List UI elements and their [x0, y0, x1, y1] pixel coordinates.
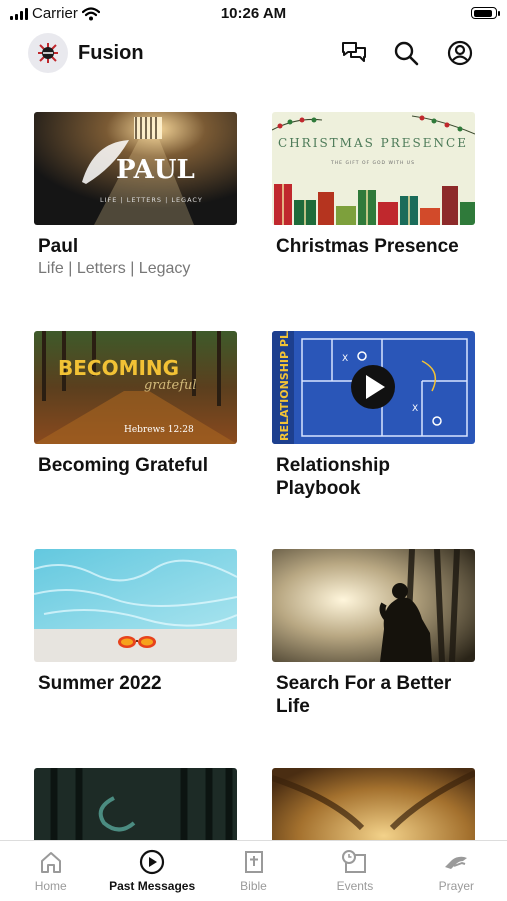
tab-bar: Home Past Messages Bible Events Prayer [0, 840, 507, 901]
tab-past-messages[interactable]: Past Messages [101, 841, 202, 901]
message-title: Paul [38, 236, 79, 257]
message-title: Becoming Grateful [38, 455, 208, 476]
art-subtitle: LIFE | LETTERS | LEGACY [100, 196, 203, 204]
svg-text:X: X [342, 354, 348, 364]
art-title: BECOMING [58, 356, 179, 380]
tab-label: Home [34, 879, 67, 893]
message-card-search-for-a-better-life[interactable]: Search For a Better Life [272, 549, 475, 718]
search-button[interactable] [391, 38, 421, 68]
logo-mark-icon [38, 43, 58, 63]
message-title: Summer 2022 [38, 673, 162, 694]
message-thumbnail[interactable] [34, 549, 237, 662]
art-title: RELATIONSHIP PLAYBOOK [278, 331, 291, 441]
tab-events[interactable]: Events [304, 841, 405, 901]
status-time: 10:26 AM [220, 5, 287, 22]
message-subtitle: Life | Letters | Legacy [38, 260, 191, 277]
art-reference: Hebrews 12:28 [124, 425, 194, 435]
calendar-clock-icon [341, 850, 366, 873]
tab-label: Bible [240, 879, 267, 893]
account-button[interactable] [445, 38, 475, 68]
art-title: PAUL [116, 155, 195, 185]
church-logo[interactable] [28, 33, 68, 73]
message-card-paul[interactable]: PAUL LIFE | LETTERS | LEGACY Paul Life |… [34, 112, 237, 278]
tab-home[interactable]: Home [0, 841, 101, 901]
app-title: Fusion [78, 42, 144, 64]
message-title: Relationship Playbook [276, 455, 391, 499]
message-card-relationship-playbook[interactable]: RELATIONSHIP PLAYBOOK X X Relationship P… [272, 331, 475, 500]
battery-icon [471, 7, 500, 19]
message-title: Christmas Presence [276, 236, 459, 257]
app-header: Fusion [0, 30, 507, 76]
message-thumbnail[interactable]: CHRISTMAS PRESENCE THE GIFT OF GOD WITH … [272, 112, 475, 225]
search-icon [394, 41, 419, 66]
bible-icon [244, 851, 263, 873]
art-title: CHRISTMAS PRESENCE [278, 136, 468, 150]
tab-prayer[interactable]: Prayer [406, 841, 507, 901]
tab-label: Events [336, 879, 374, 893]
tab-bible[interactable]: Bible [203, 841, 304, 901]
message-title: Search For a Better Life [276, 673, 452, 717]
home-icon [40, 852, 61, 873]
art-subtitle: THE GIFT OF GOD WITH US [330, 160, 415, 166]
message-thumbnail[interactable] [272, 549, 475, 662]
play-circle-icon [140, 849, 165, 875]
message-card-summer-2022[interactable]: Summer 2022 [34, 549, 237, 695]
message-thumbnail[interactable]: BECOMING grateful Hebrews 12:28 [34, 331, 237, 444]
chat-bubbles-icon [342, 42, 366, 62]
tab-label: Past Messages [109, 879, 196, 893]
chat-button[interactable] [339, 38, 369, 68]
account-icon [447, 40, 473, 66]
tab-label: Prayer [438, 879, 474, 893]
status-bar: Carrier 10:26 AM [0, 0, 507, 28]
message-thumbnail[interactable]: PAUL LIFE | LETTERS | LEGACY [34, 112, 237, 225]
prayer-icon [445, 856, 468, 869]
message-thumbnail[interactable]: RELATIONSHIP PLAYBOOK X X [272, 331, 475, 444]
message-card-becoming-grateful[interactable]: BECOMING grateful Hebrews 12:28 Becoming… [34, 331, 237, 477]
message-card-christmas-presence[interactable]: CHRISTMAS PRESENCE THE GIFT OF GOD WITH … [272, 112, 475, 258]
svg-text:X: X [412, 404, 418, 414]
art-script: grateful [144, 378, 197, 393]
